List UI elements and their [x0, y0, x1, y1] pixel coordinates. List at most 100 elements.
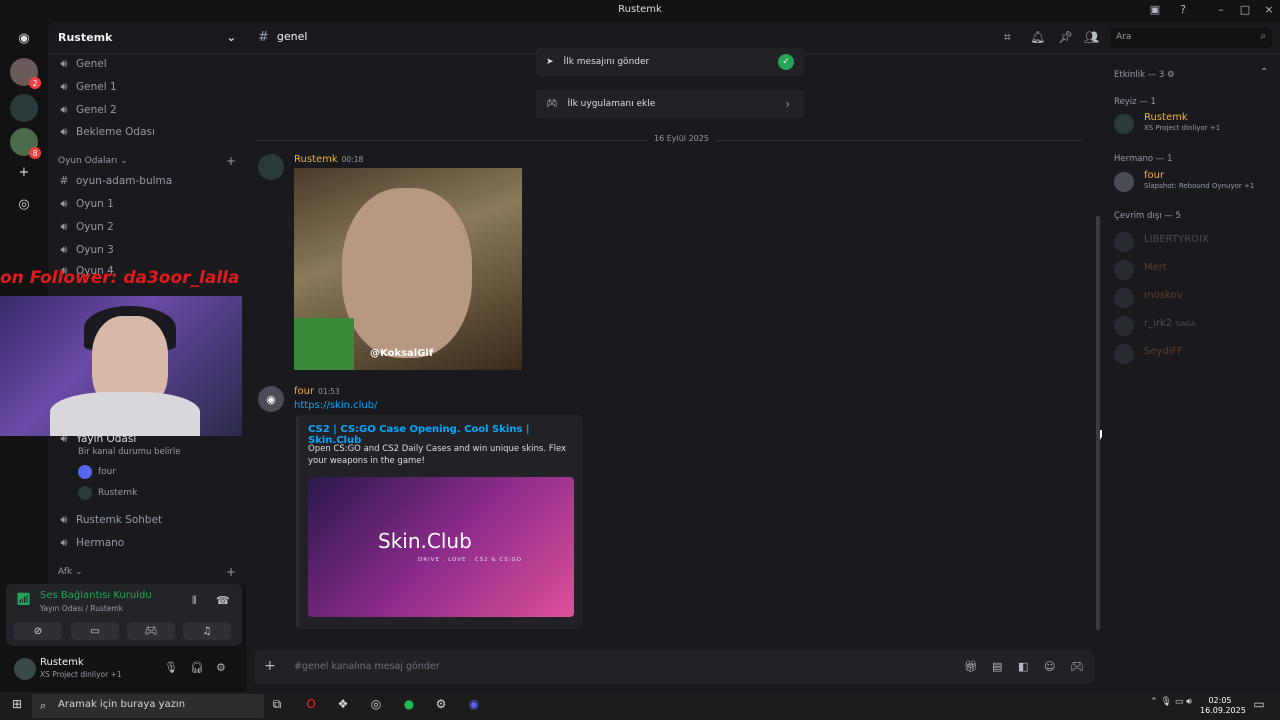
voice-channel[interactable]: 🔊︎ Hermano	[58, 536, 125, 550]
gif-icon[interactable]: ▤	[992, 660, 1002, 673]
server-icon-active[interactable]	[10, 94, 38, 122]
message-link[interactable]: https://skin.club/	[294, 400, 377, 411]
chevron-up-icon[interactable]: ⌃	[1260, 67, 1268, 78]
headphones-icon[interactable]: 🎧︎	[190, 661, 204, 674]
search-input[interactable]: Ara ⌕	[1110, 28, 1272, 48]
chevron-down-icon: ⌄	[226, 31, 236, 44]
task-view-icon[interactable]: ⧉	[268, 697, 286, 715]
app-icon[interactable]: ❖	[334, 697, 352, 715]
member-row[interactable]: SeydiFF	[1114, 342, 1274, 366]
avatar	[1114, 316, 1134, 336]
help-icon[interactable]: ?	[1174, 3, 1192, 19]
avatar	[1114, 232, 1134, 252]
close-button[interactable]: ×	[1260, 3, 1278, 19]
activity-header[interactable]: Etkinlik — 3 ⚙	[1114, 70, 1175, 80]
onboarding-card[interactable]: ➤ İlk mesajını gönder ✓	[536, 48, 804, 76]
add-channel-icon[interactable]: +	[226, 154, 236, 168]
opera-icon[interactable]: O	[302, 697, 320, 715]
voice-channel[interactable]: 🔊︎ Rustemk Sohbet	[58, 513, 163, 527]
message-author[interactable]: four 01:53	[294, 386, 340, 397]
channel-status[interactable]: Bir kanal durumu belirle	[78, 447, 181, 457]
minimize-button[interactable]: –	[1212, 3, 1230, 19]
role-header: Çevrim dışı — 5	[1114, 211, 1181, 221]
window-title: Rustemk	[618, 4, 662, 15]
message-composer[interactable]: + #genel kanalına mesaj gönder 🎁︎ ▤ ◧ ☺ …	[254, 650, 1094, 684]
follower-overlay: on Follower: da3oor_lalla	[0, 268, 240, 288]
inbox-icon[interactable]: ▣	[1146, 3, 1164, 19]
threads-icon[interactable]: ⌗	[1004, 30, 1011, 45]
member-row[interactable]: LIBERTYROIX	[1114, 230, 1274, 254]
pin-icon[interactable]: 📌︎	[1058, 30, 1073, 44]
embed-image[interactable]: Skin.Club DRIVE . LOVE . CS2 & CS:GO	[308, 477, 574, 617]
avatar	[1114, 260, 1134, 280]
category-games[interactable]: Oyun Odaları ⌄	[58, 156, 128, 166]
user-activity: XS Project dinliyor +1	[40, 670, 122, 679]
plus-icon[interactable]: +	[264, 658, 276, 674]
taskbar-search-input[interactable]: ⌕ Aramak için buraya yazın	[32, 694, 264, 718]
message-author[interactable]: Rustemk 00:18	[294, 154, 363, 165]
user-name[interactable]: Rustemk	[40, 657, 84, 668]
embed-logo-sub: DRIVE . LOVE . CS2 & CS:GO	[418, 557, 523, 563]
members-icon[interactable]: 👥︎	[1084, 30, 1099, 44]
voice-channel[interactable]: 🔊︎ Oyun 3	[58, 243, 114, 257]
speaker-icon: 🔊︎	[60, 536, 68, 549]
noise-suppression-icon[interactable]: ⫴	[192, 594, 197, 608]
discord-taskbar-icon[interactable]: ◉	[465, 697, 483, 715]
gear-icon[interactable]: ⚙	[216, 661, 226, 674]
gift-icon[interactable]: 🎁︎	[964, 660, 978, 673]
server-icon[interactable]: 8	[10, 128, 41, 159]
disconnect-icon[interactable]: ☎	[216, 594, 230, 607]
voice-channel[interactable]: 🔊︎ Oyun 1	[58, 197, 114, 211]
voice-channel[interactable]: 🔊︎ Genel 1	[58, 80, 117, 94]
discord-home-icon[interactable]: ◉	[10, 24, 38, 52]
taskbar-clock[interactable]: 02:05 16.09.2025	[1200, 696, 1246, 716]
gif-attachment[interactable]: @KoksalGif	[294, 168, 522, 370]
sticker-icon[interactable]: ◧	[1018, 660, 1028, 673]
member-row[interactable]: four Slapshot: Rebound Oynuyor +1	[1114, 170, 1274, 194]
avatar[interactable]	[14, 658, 36, 680]
discover-icon[interactable]: ◎	[10, 190, 38, 218]
camera-off-button[interactable]: ⊘	[14, 622, 62, 640]
title-bar: Rustemk ▣ ? – □ ×	[0, 0, 1280, 22]
gamepad-icon: 🎮︎	[546, 99, 558, 109]
notification-icon[interactable]: ▭	[1250, 697, 1268, 715]
discord-avatar-icon[interactable]: ◉	[258, 386, 284, 412]
microphone-icon[interactable]: 🎙︎	[164, 661, 178, 674]
voice-channel[interactable]: 🔊︎ Oyun 2	[58, 220, 114, 234]
maximize-button[interactable]: □	[1236, 3, 1254, 19]
voice-channel[interactable]: 🔊︎ Genel 2	[58, 103, 117, 117]
scrollbar[interactable]	[1096, 216, 1100, 630]
spotify-icon[interactable]: ●	[400, 697, 418, 715]
add-server-icon[interactable]: +	[10, 158, 38, 186]
onboarding-card[interactable]: 🎮︎ İlk uygulamanı ekle ›	[536, 90, 804, 118]
member-row[interactable]: moskov	[1114, 286, 1274, 310]
search-icon: ⌕	[1260, 31, 1266, 42]
member-row[interactable]: Rustemk XS Project dinliyor +1	[1114, 112, 1274, 136]
apps-icon[interactable]: 🎮︎	[1070, 660, 1084, 673]
server-icon[interactable]: 2	[10, 58, 41, 89]
voice-user[interactable]: Rustemk	[78, 486, 137, 500]
member-row[interactable]: r_irk2 GAGA	[1114, 314, 1274, 338]
emoji-icon[interactable]: ☺	[1044, 660, 1055, 673]
server-header[interactable]: Rustemk ⌄	[48, 22, 246, 54]
bell-icon[interactable]: 🔔︎	[1030, 30, 1045, 44]
voice-channel[interactable]: 🔊︎ Genel	[58, 57, 107, 71]
embed-description: Open CS:GO and CS2 Daily Cases and win u…	[308, 444, 567, 466]
link-embed: CS2 | CS:GO Case Opening. Cool Skins | S…	[296, 415, 582, 629]
voice-user[interactable]: four	[78, 465, 116, 479]
add-channel-icon[interactable]: +	[226, 565, 236, 579]
obs-icon[interactable]: ◎	[367, 697, 385, 715]
system-tray-icons[interactable]: ⌃ 🎙︎ ▭ 🔊︎	[1136, 697, 1206, 715]
windows-start-icon[interactable]: ⊞	[8, 697, 26, 715]
category-afk[interactable]: Afk ⌄	[58, 567, 83, 577]
voice-location[interactable]: Yayın Odası / Rustemk	[40, 604, 123, 613]
voice-channel[interactable]: 🔊︎ Bekleme Odası	[58, 125, 155, 139]
screen-share-button[interactable]: ▭	[71, 622, 119, 640]
text-channel[interactable]: # oyun-adam-bulma	[58, 174, 172, 187]
soundboard-button[interactable]: ♫	[183, 622, 231, 640]
message-input[interactable]: #genel kanalına mesaj gönder	[294, 661, 440, 672]
activity-button[interactable]: 🎮︎	[127, 622, 175, 640]
steam-icon[interactable]: ⚙	[432, 697, 450, 715]
member-row[interactable]: Mert	[1114, 258, 1274, 282]
avatar[interactable]	[258, 154, 284, 180]
